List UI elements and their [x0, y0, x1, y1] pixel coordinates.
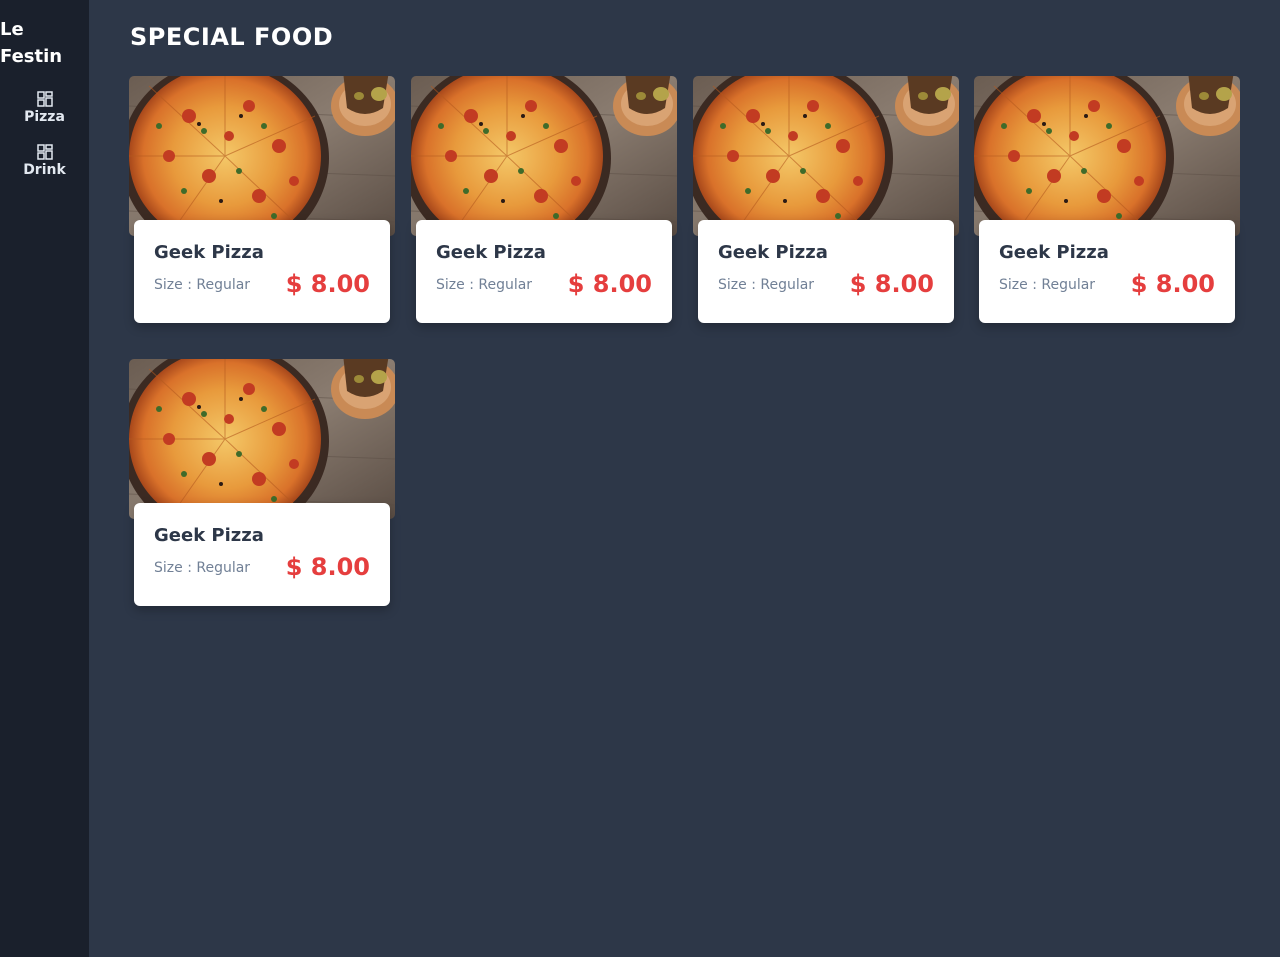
pizza-image — [974, 76, 1240, 236]
grid-icon — [36, 91, 53, 107]
sidebar-item-pizza[interactable]: Pizza — [0, 90, 89, 125]
brand-logo: Le Festin — [0, 19, 63, 67]
card-title: Geek Pizza — [154, 525, 264, 546]
card-size: Size : Regular — [999, 277, 1096, 293]
card-title: Geek Pizza — [154, 242, 264, 263]
pizza-image — [129, 76, 395, 236]
page-title: SPECIAL FOOD — [130, 23, 334, 51]
food-card[interactable]: Geek Pizza Size : Regular $ 8.00 — [129, 359, 395, 606]
card-size: Size : Regular — [154, 560, 251, 576]
pizza-image — [693, 76, 959, 236]
card-size: Size : Regular — [154, 277, 251, 293]
food-card[interactable]: Geek Pizza Size : Regular $ 8.00 — [129, 76, 395, 323]
sidebar-item-drink[interactable]: Drink — [0, 143, 89, 178]
food-card[interactable]: Geek Pizza Size : Regular $ 8.00 — [693, 76, 959, 323]
card-price: $ 8.00 — [1130, 270, 1215, 298]
card-body: Geek Pizza Size : Regular $ 8.00 — [134, 220, 390, 323]
card-price: $ 8.00 — [567, 270, 652, 298]
card-title: Geek Pizza — [718, 242, 828, 263]
card-price: $ 8.00 — [849, 270, 934, 298]
card-body: Geek Pizza Size : Regular $ 8.00 — [979, 220, 1235, 323]
card-title: Geek Pizza — [999, 242, 1109, 263]
grid-icon — [36, 144, 53, 160]
food-card[interactable]: Geek Pizza Size : Regular $ 8.00 — [411, 76, 677, 323]
sidebar: Le Festin Pizza Drink — [0, 0, 89, 957]
food-card[interactable]: Geek Pizza Size : Regular $ 8.00 — [974, 76, 1240, 323]
card-size: Size : Regular — [436, 277, 533, 293]
card-price: $ 8.00 — [285, 553, 370, 581]
sidebar-item-label: Pizza — [24, 109, 65, 125]
card-body: Geek Pizza Size : Regular $ 8.00 — [416, 220, 672, 323]
card-body: Geek Pizza Size : Regular $ 8.00 — [698, 220, 954, 323]
card-body: Geek Pizza Size : Regular $ 8.00 — [134, 503, 390, 606]
pizza-image — [411, 76, 677, 236]
card-size: Size : Regular — [718, 277, 815, 293]
card-title: Geek Pizza — [436, 242, 546, 263]
pizza-image — [129, 359, 395, 519]
sidebar-item-label: Drink — [23, 162, 66, 178]
card-price: $ 8.00 — [285, 270, 370, 298]
